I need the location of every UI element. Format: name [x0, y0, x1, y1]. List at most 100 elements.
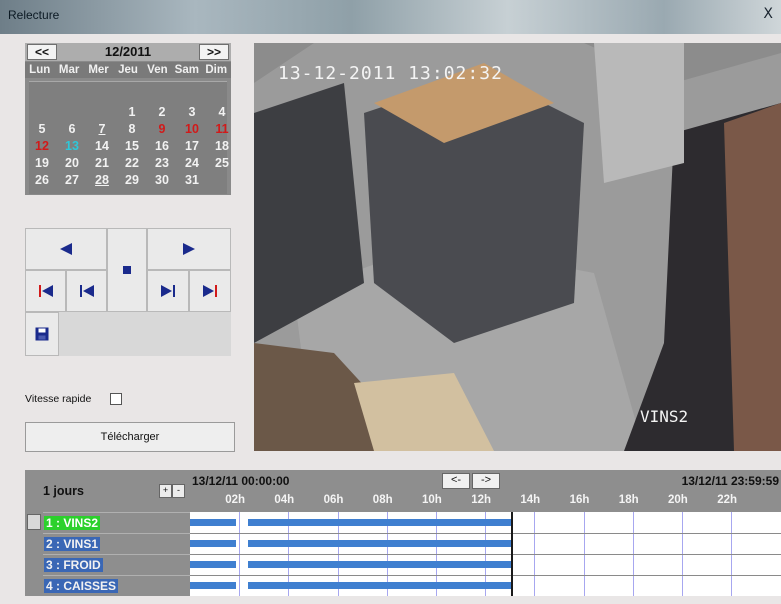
calendar-day-6[interactable]: 6 [58, 121, 86, 137]
stop-button[interactable] [107, 228, 147, 312]
calendar-day-7[interactable]: 7 [88, 121, 116, 137]
calendar-header: << 12/2011 >> [25, 43, 231, 61]
calendar-day-8[interactable]: 8 [118, 121, 146, 137]
timeline-tracks[interactable] [190, 512, 781, 596]
recording-segment[interactable] [190, 561, 236, 568]
camera-row[interactable]: 3 : FROID [43, 554, 190, 575]
timeline-prev-button[interactable]: <- [442, 473, 470, 489]
calendar-day-16[interactable]: 16 [148, 138, 176, 154]
calendar-day-23[interactable]: 23 [148, 155, 176, 171]
calendar-day-24[interactable]: 24 [178, 155, 206, 171]
play-reverse-icon [60, 243, 72, 255]
camera-row[interactable]: 4 : CAISSES [43, 575, 190, 596]
step-back-icon [79, 285, 94, 297]
recording-segment[interactable] [247, 540, 513, 547]
step-back-button[interactable] [66, 270, 107, 312]
days-count-label: 1 jours [43, 484, 84, 498]
fast-speed-label: Vitesse rapide [25, 393, 92, 405]
skip-to-end-button[interactable] [189, 270, 231, 312]
step-forward-button[interactable] [147, 270, 189, 312]
step-forward-icon [161, 285, 175, 297]
previous-month-button[interactable]: << [27, 44, 57, 60]
camera-row-selector[interactable] [27, 514, 41, 530]
weekday-label: Mer [88, 64, 109, 76]
calendar-day-14[interactable]: 14 [88, 138, 116, 154]
calendar-day-5[interactable]: 5 [28, 121, 56, 137]
video-frame: 13-12-2011 13:02:32 VINS2 [254, 43, 781, 451]
timeline-hour-label: 08h [372, 494, 393, 506]
calendar-day-12[interactable]: 12 [28, 138, 56, 154]
save-button[interactable] [25, 312, 59, 356]
calendar-day-26[interactable]: 26 [28, 172, 56, 188]
timeline-hour-label: 04h [274, 494, 295, 506]
timeline-hour-label: 02h [225, 494, 246, 506]
calendar-day-28[interactable]: 28 [88, 172, 116, 188]
calendar-day-22[interactable]: 22 [118, 155, 146, 171]
calendar-day-31[interactable]: 31 [178, 172, 206, 188]
timeline-start: 13/12/11 00:00:00 [192, 474, 290, 488]
calendar-day-27[interactable]: 27 [58, 172, 86, 188]
timeline-next-button[interactable]: -> [472, 473, 500, 489]
recording-segment[interactable] [190, 540, 236, 547]
camera-list: 1 : VINS2 2 : VINS1 3 : FROID 4 : CAISSE… [25, 512, 190, 596]
weekday-label: Lun [29, 64, 51, 76]
calendar-day-9[interactable]: 9 [148, 121, 176, 137]
calendar-day-19[interactable]: 19 [28, 155, 56, 171]
timeline-hour-label: 12h [471, 494, 492, 506]
calendar-day-17[interactable]: 17 [178, 138, 206, 154]
timeline-row-divider [190, 575, 781, 576]
timeline-row-divider [190, 533, 781, 534]
fast-speed-checkbox[interactable] [110, 393, 122, 405]
calendar-day-1[interactable]: 1 [118, 104, 146, 120]
calendar-day-13[interactable]: 13 [58, 138, 86, 154]
next-month-button[interactable]: >> [199, 44, 229, 60]
timeline-hour-label: 22h [717, 494, 738, 506]
calendar-day-2[interactable]: 2 [148, 104, 176, 120]
calendar-day-11[interactable]: 11 [208, 121, 236, 137]
calendar-day-30[interactable]: 30 [148, 172, 176, 188]
calendar-day-15[interactable]: 15 [118, 138, 146, 154]
calendar-day-21[interactable]: 21 [88, 155, 116, 171]
camera-row[interactable]: 1 : VINS2 [43, 512, 190, 533]
camera-label-vins2[interactable]: 1 : VINS2 [44, 516, 101, 530]
play-forward-icon [183, 243, 195, 255]
camera-label-caisses[interactable]: 4 : CAISSES [44, 579, 119, 593]
camera-label-vins1[interactable]: 2 : VINS1 [44, 537, 101, 551]
days-panel: 1 jours + - [25, 470, 190, 512]
recording-segment[interactable] [247, 582, 513, 589]
calendar-day-3[interactable]: 3 [178, 104, 206, 120]
calendar-day-29[interactable]: 29 [118, 172, 146, 188]
window-title: Relecture [8, 8, 60, 22]
playback-controls [25, 228, 231, 356]
camera-row[interactable]: 2 : VINS1 [43, 533, 190, 554]
recording-segment[interactable] [247, 561, 513, 568]
calendar-day-20[interactable]: 20 [58, 155, 86, 171]
calendar-day-10[interactable]: 10 [178, 121, 206, 137]
timeline-hour-label: 16h [569, 494, 590, 506]
close-icon[interactable]: X [763, 6, 773, 22]
window-title-bar: Relecture X [0, 0, 781, 34]
calendar-day-25[interactable]: 25 [208, 155, 236, 171]
weekday-label: Dim [205, 64, 228, 76]
store-camera-image [254, 43, 781, 451]
download-button[interactable]: Télécharger [25, 422, 235, 452]
days-decrease-button[interactable]: - [172, 484, 185, 498]
recording-segment[interactable] [190, 519, 236, 526]
play-forward-button[interactable] [147, 228, 231, 270]
calendar-day-4[interactable]: 4 [208, 104, 236, 120]
playback-cursor[interactable] [510, 512, 513, 596]
recording-segment[interactable] [247, 519, 513, 526]
recording-segment[interactable] [190, 582, 236, 589]
play-reverse-button[interactable] [25, 228, 107, 270]
calendar-day-18[interactable]: 18 [208, 138, 236, 154]
days-increase-button[interactable]: + [159, 484, 172, 498]
save-icon [35, 327, 49, 341]
timeline-hour-label: 18h [618, 494, 639, 506]
timeline-row-divider [190, 554, 781, 555]
calendar-weekdays: Lun Mar Mer Jeu Ven Sam Dim [25, 62, 231, 78]
skip-to-start-button[interactable] [25, 270, 66, 312]
timeline-end: 13/12/11 23:59:59 [681, 474, 779, 488]
timeline-header: 13/12/11 00:00:00 <- -> 13/12/11 23:59:5… [190, 470, 781, 512]
calendar: << 12/2011 >> Lun Mar Mer Jeu Ven Sam Di… [25, 43, 231, 195]
camera-label-froid[interactable]: 3 : FROID [44, 558, 103, 572]
